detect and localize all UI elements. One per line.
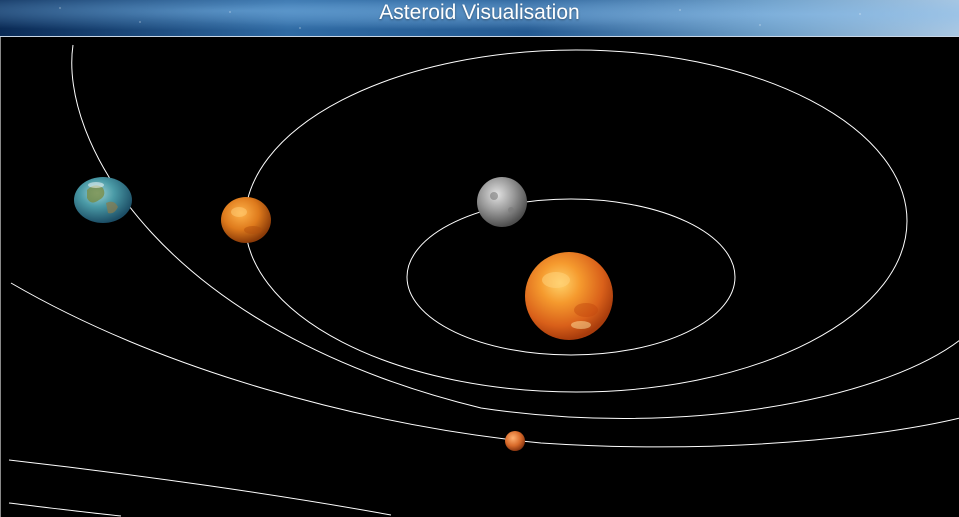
solar-system-scene[interactable]: [1, 37, 959, 517]
orbit-lines: [8, 44, 959, 517]
venus-orbit: [244, 49, 908, 393]
earth-orbit: [71, 44, 959, 419]
sun-icon[interactable]: [525, 252, 613, 340]
mars-icon[interactable]: [505, 431, 525, 451]
venus-icon[interactable]: [221, 197, 271, 243]
outer-orbit-1: [8, 459, 392, 516]
outer-orbit-2: [8, 502, 122, 517]
mars-orbit: [10, 282, 959, 448]
mercury-icon[interactable]: [477, 177, 527, 227]
app-window: Asteroid Visualisation: [0, 0, 959, 517]
page-title: Asteroid Visualisation: [379, 1, 580, 24]
earth-icon[interactable]: [74, 177, 132, 223]
header-bar: Asteroid Visualisation: [0, 0, 959, 37]
visualisation-canvas[interactable]: [0, 37, 959, 517]
